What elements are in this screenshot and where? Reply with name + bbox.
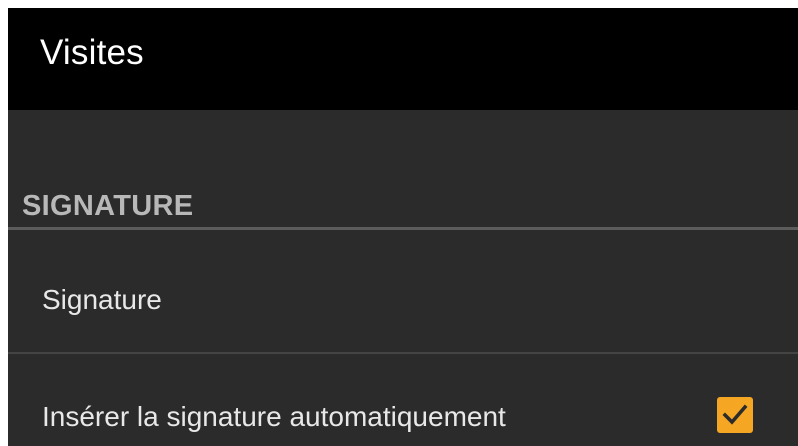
action-bar: Visites — [8, 8, 798, 110]
settings-screen: Visites SIGNATURE Signature Insérer la s… — [8, 8, 798, 446]
preference-auto-insert-label: Insérer la signature automatiquement — [42, 401, 506, 432]
preference-signature-label: Signature — [42, 284, 162, 315]
preference-auto-insert-signature[interactable]: Insérer la signature automatiquement — [8, 354, 798, 446]
preference-signature[interactable]: Signature — [8, 230, 798, 352]
page-title: Visites — [40, 33, 144, 72]
auto-insert-checkbox[interactable] — [717, 397, 753, 433]
checkmark-icon — [722, 404, 748, 425]
section-header-signature: SIGNATURE — [22, 190, 194, 222]
